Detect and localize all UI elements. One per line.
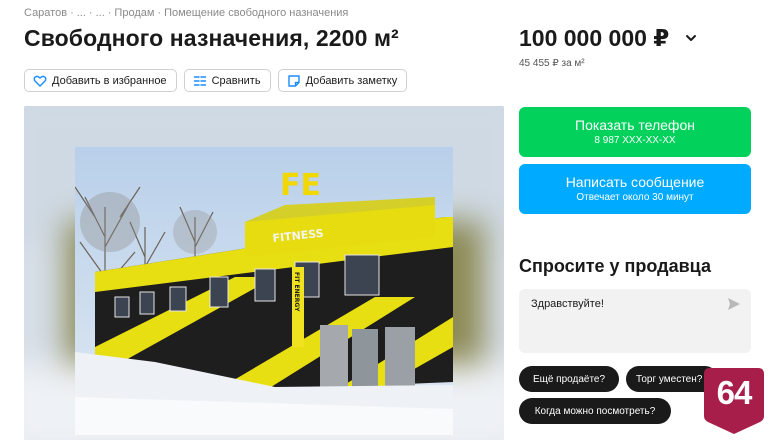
breadcrumb-item-city[interactable]: Саратов: [24, 7, 67, 19]
breadcrumb-separator: ·: [88, 7, 93, 19]
listing-actions: Добавить в избранное Сравнить Добавить з…: [24, 69, 408, 92]
sign-fit-energy: FIT ENERGY: [293, 272, 300, 312]
chevron-down-icon[interactable]: [684, 31, 698, 45]
quick-question-still-selling[interactable]: Ещё продаёте?: [519, 366, 619, 392]
write-message-label: Написать сообщение: [565, 174, 705, 190]
write-message-button[interactable]: Написать сообщение Отвечает около 30 мин…: [519, 164, 751, 214]
price-per-meter: 45 455 ₽ за м²: [519, 58, 585, 69]
masked-phone-number: 8 987 XXX-XX-XX: [594, 135, 676, 146]
response-time-label: Отвечает около 30 минут: [576, 192, 694, 203]
building-photo: FE FITNESS FIT ENERGY: [75, 147, 453, 435]
compare-button[interactable]: Сравнить: [183, 69, 271, 92]
compare-label: Сравнить: [211, 74, 261, 87]
photo-gallery[interactable]: FE FITNESS FIT ENERGY: [24, 106, 504, 440]
breadcrumb-item-ellipsis-1[interactable]: ...: [77, 7, 86, 19]
note-icon: [287, 74, 300, 87]
compare-icon: [193, 75, 206, 86]
breadcrumb-item-sell[interactable]: Продам: [114, 7, 154, 19]
add-note-button[interactable]: Добавить заметку: [277, 69, 408, 92]
ask-seller-title: Спросите у продавца: [519, 256, 711, 276]
breadcrumb-item-ellipsis-2[interactable]: ...: [96, 7, 105, 19]
add-to-favorites-button[interactable]: Добавить в избранное: [24, 69, 177, 92]
region-badge-number: 64: [716, 374, 753, 411]
ask-seller-input[interactable]: Здравствуйте!: [519, 289, 751, 353]
heart-icon: [33, 75, 47, 87]
add-to-favorites-label: Добавить в избранное: [52, 74, 167, 87]
breadcrumb: Саратов ·... ·... · Продам · Помещение свободн…: [24, 7, 348, 19]
page-title: Свободного назначения, 2200 м²: [24, 25, 399, 51]
sign-fe-logo: FE: [280, 168, 321, 203]
send-icon[interactable]: [727, 297, 741, 311]
ask-seller-input-value[interactable]: Здравствуйте!: [531, 298, 604, 310]
show-phone-button[interactable]: Показать телефон 8 987 XXX-XX-XX: [519, 107, 751, 157]
listing-price: 100 000 000 ₽: [519, 25, 670, 51]
breadcrumb-separator: ·: [107, 7, 112, 19]
add-note-label: Добавить заметку: [305, 74, 398, 87]
show-phone-label: Показать телефон: [575, 117, 695, 133]
quick-question-viewing-time[interactable]: Когда можно посмотреть?: [519, 398, 671, 424]
breadcrumb-separator: ·: [70, 7, 74, 19]
breadcrumb-item-category[interactable]: Помещение свободного назначения: [164, 7, 348, 19]
breadcrumb-separator: ·: [157, 7, 162, 19]
